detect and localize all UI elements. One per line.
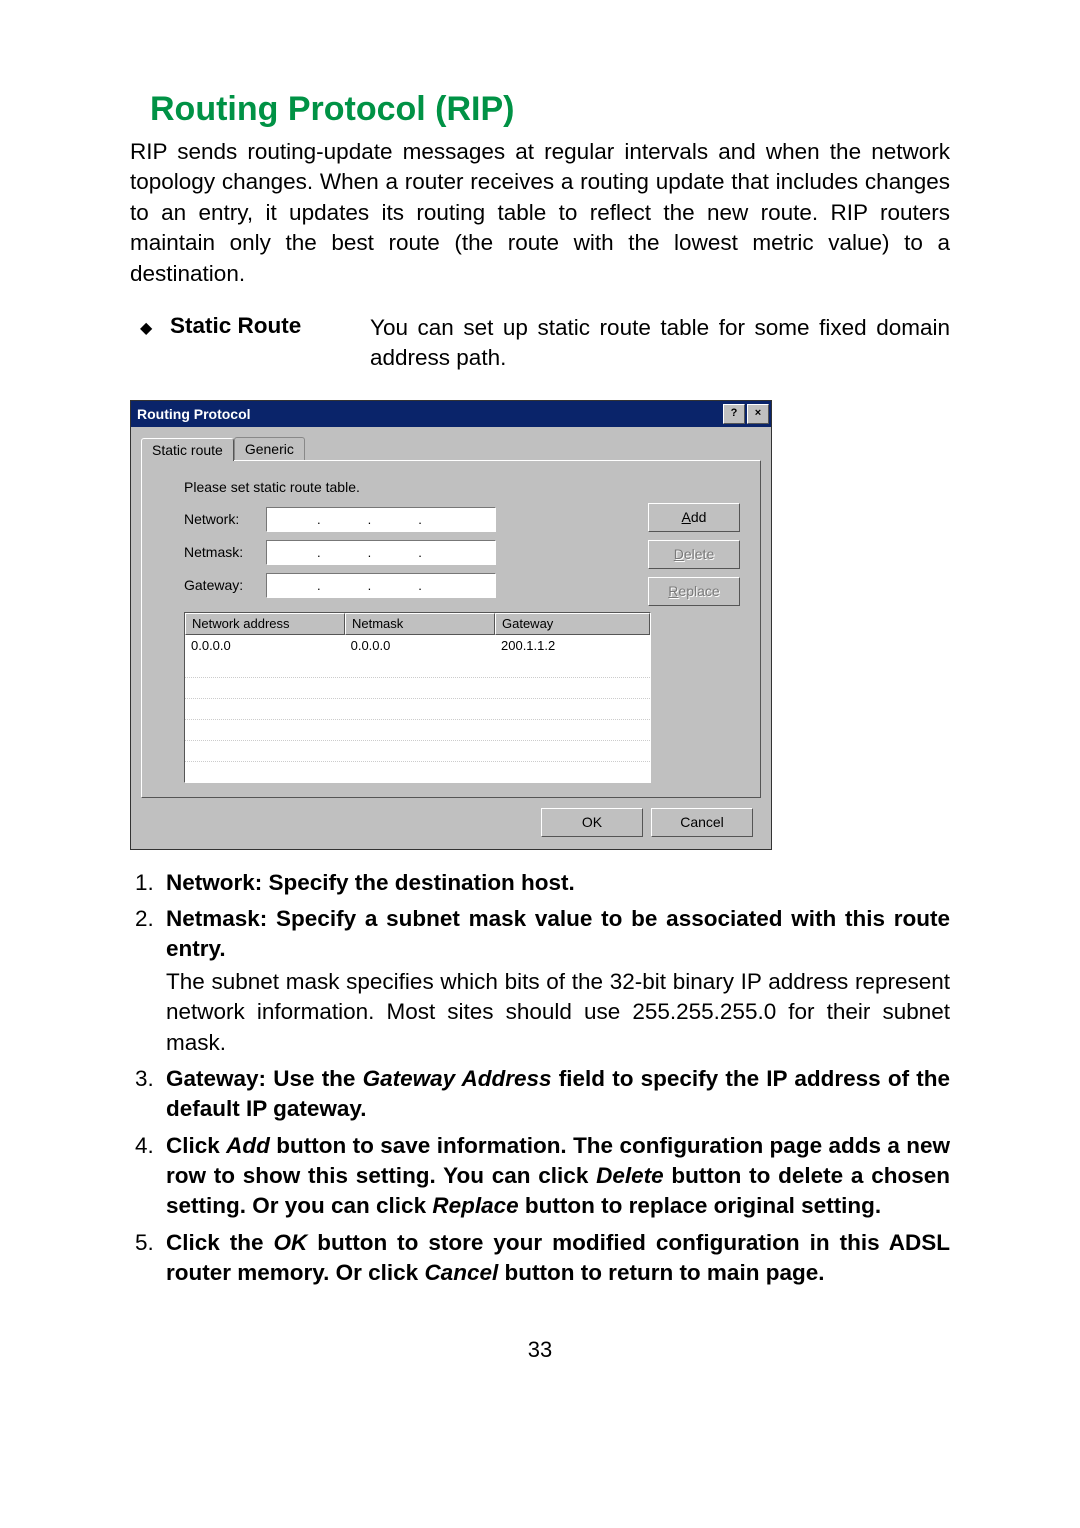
col-netmask: Netmask <box>345 613 495 635</box>
cell-netmask: 0.0.0.0 <box>345 638 495 653</box>
bullet-label: Static Route <box>170 313 370 374</box>
add-button[interactable]: Add <box>648 503 740 532</box>
bullet-static-route: ◆ Static Route You can set up static rou… <box>130 313 950 374</box>
gateway-label: Gateway: <box>184 577 258 593</box>
routing-protocol-dialog: Routing Protocol ? × Static route Generi… <box>130 400 772 850</box>
step-4: Click Add button to save information. Th… <box>160 1131 950 1222</box>
intro-paragraph: RIP sends routing-update messages at reg… <box>130 137 950 289</box>
close-icon[interactable]: × <box>747 404 769 424</box>
bullet-diamond-icon: ◆ <box>130 313 170 374</box>
cell-network: 0.0.0.0 <box>185 638 345 653</box>
step-3: Gateway: Use the Gateway Address field t… <box>160 1064 950 1125</box>
col-gateway: Gateway <box>495 613 650 635</box>
cell-gateway: 200.1.1.2 <box>495 638 650 653</box>
bullet-description: You can set up static route table for so… <box>370 313 950 374</box>
step-2: Netmask: Specify a subnet mask value to … <box>160 904 950 1058</box>
tab-generic[interactable]: Generic <box>234 437 305 460</box>
page-number: 33 <box>130 1337 950 1363</box>
dialog-title-text: Routing Protocol <box>137 406 723 422</box>
tab-static-route[interactable]: Static route <box>141 438 234 461</box>
ok-button[interactable]: OK <box>541 808 643 837</box>
instruction-list: Network: Specify the destination host. N… <box>130 868 950 1289</box>
network-label: Network: <box>184 511 258 527</box>
dialog-tabs: Static route Generic <box>141 437 761 460</box>
route-table-header: Network address Netmask Gateway <box>185 613 650 635</box>
cancel-button[interactable]: Cancel <box>651 808 753 837</box>
step-1: Network: Specify the destination host. <box>160 868 950 898</box>
dialog-titlebar: Routing Protocol ? × <box>131 401 771 427</box>
netmask-input[interactable]: ... <box>266 540 496 565</box>
help-icon[interactable]: ? <box>723 404 745 424</box>
table-row[interactable]: 0.0.0.0 0.0.0.0 200.1.1.2 <box>185 635 650 657</box>
netmask-label: Netmask: <box>184 544 258 560</box>
route-table[interactable]: Network address Netmask Gateway 0.0.0.0 … <box>184 612 651 783</box>
col-network-address: Network address <box>185 613 345 635</box>
panel-instruction: Please set static route table. <box>184 479 746 495</box>
step-5: Click the OK button to store your modifi… <box>160 1228 950 1289</box>
gateway-input[interactable]: ... <box>266 573 496 598</box>
network-input[interactable]: ... <box>266 507 496 532</box>
delete-button[interactable]: Delete <box>648 540 740 569</box>
page-heading: Routing Protocol (RIP) <box>150 90 950 129</box>
replace-button[interactable]: Replace <box>648 577 740 606</box>
static-route-panel: Please set static route table. Network: … <box>141 460 761 798</box>
